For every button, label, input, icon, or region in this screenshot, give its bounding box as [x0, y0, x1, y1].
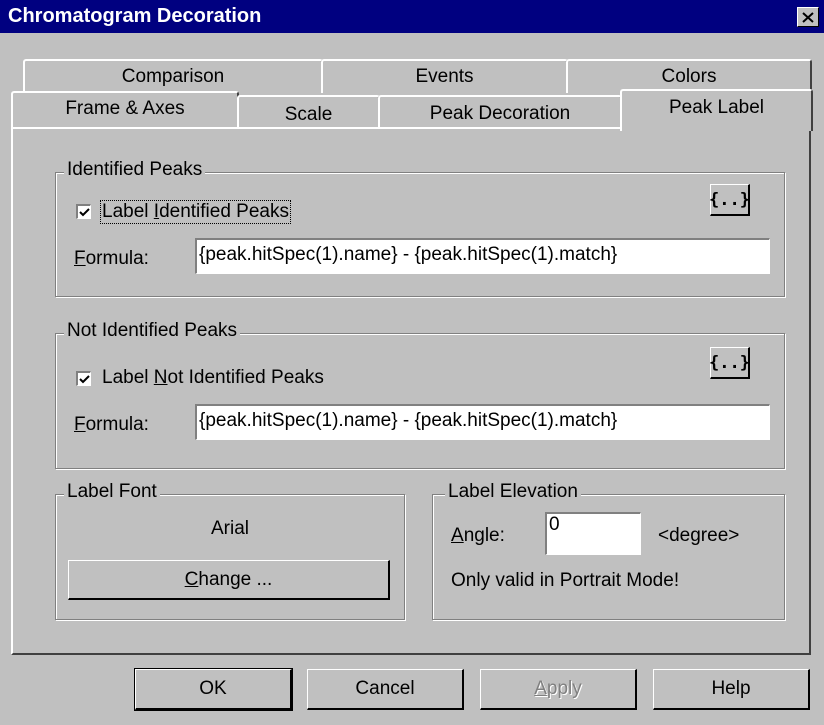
tab-events[interactable]: Events	[321, 59, 568, 93]
checkmark-icon	[78, 207, 90, 216]
not-identified-peaks-legend: Not Identified Peaks	[64, 320, 241, 342]
tab-frame-axes[interactable]: Frame & Axes	[11, 91, 239, 128]
not-identified-formula-label: Formula:	[74, 414, 149, 435]
tab-colors[interactable]: Colors	[566, 59, 812, 93]
cancel-button[interactable]: Cancel	[307, 669, 464, 710]
tab-comparison-label: Comparison	[121, 66, 225, 87]
help-button[interactable]: Help	[653, 669, 810, 710]
tab-peak-decoration[interactable]: Peak Decoration	[378, 95, 622, 128]
tab-peak-decoration-label: Peak Decoration	[429, 102, 571, 124]
label-identified-peaks-label[interactable]: Label Identified Peaks	[100, 200, 291, 224]
angle-input[interactable]: 0	[545, 512, 641, 555]
tab-comparison[interactable]: Comparison	[23, 59, 323, 93]
label-not-identified-peaks-checkbox[interactable]	[76, 371, 91, 386]
label-not-identified-peaks-label[interactable]: Label Not Identified Peaks	[102, 367, 324, 389]
close-button[interactable]	[797, 7, 819, 27]
tab-peak-label[interactable]: Peak Label	[620, 89, 813, 131]
not-identified-formula-input[interactable]: {peak.hitSpec(1).name} - {peak.hitSpec(1…	[195, 404, 770, 440]
identified-formula-label: Formula:	[74, 248, 149, 269]
window-title: Chromatogram Decoration	[8, 5, 262, 27]
change-font-button[interactable]: Change ...	[68, 560, 390, 600]
tab-scale-label: Scale	[284, 103, 333, 125]
portrait-mode-note: Only valid in Portrait Mode!	[451, 570, 680, 591]
identified-peaks-group	[55, 172, 785, 297]
label-font-name: Arial	[210, 518, 249, 539]
degree-unit-label: <degree>	[658, 525, 740, 546]
label-identified-peaks-checkbox[interactable]	[76, 204, 91, 219]
insert-placeholder-button-not-identified[interactable]: {..}	[709, 347, 750, 379]
label-font-group	[55, 494, 405, 620]
title-bar: Chromatogram Decoration	[0, 0, 824, 33]
ok-button[interactable]: OK	[134, 668, 293, 711]
label-font-legend: Label Font	[64, 481, 160, 503]
not-identified-peaks-group	[55, 333, 785, 469]
checkmark-icon	[78, 374, 90, 383]
braces-icon: {..}	[709, 189, 750, 210]
identified-peaks-legend: Identified Peaks	[64, 159, 206, 181]
angle-label: Angle:	[451, 525, 505, 546]
tab-events-label: Events	[415, 66, 474, 87]
identified-formula-input[interactable]: {peak.hitSpec(1).name} - {peak.hitSpec(1…	[195, 238, 770, 274]
tab-frame-axes-label: Frame & Axes	[65, 97, 185, 119]
close-icon	[802, 11, 814, 23]
braces-icon: {..}	[709, 352, 750, 373]
insert-placeholder-button-identified[interactable]: {..}	[709, 184, 750, 216]
label-elevation-legend: Label Elevation	[445, 481, 581, 503]
apply-button[interactable]: Apply	[480, 669, 637, 710]
tab-peak-label-label: Peak Label	[668, 97, 765, 118]
tab-scale[interactable]: Scale	[237, 95, 380, 128]
tab-colors-label: Colors	[661, 66, 717, 87]
